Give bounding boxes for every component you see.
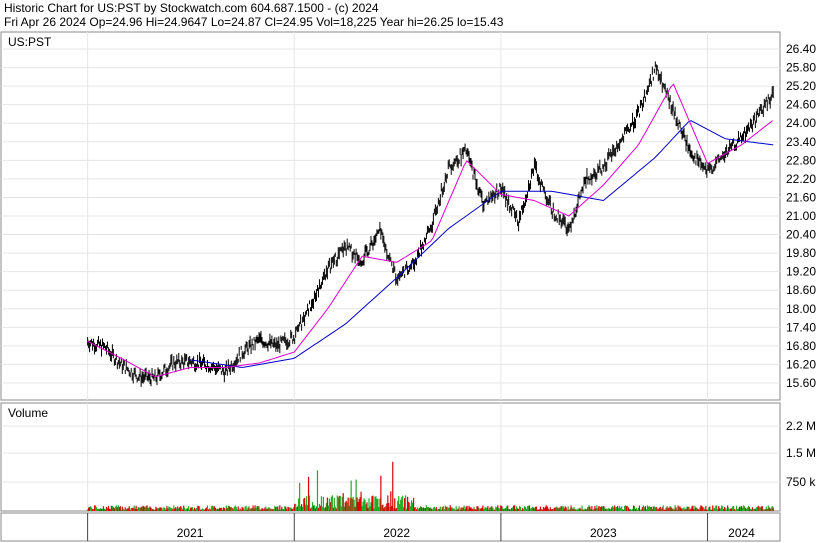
price-tick-label: 19.80 [786, 246, 816, 260]
price-tick-label: 20.40 [786, 228, 816, 242]
price-panel: US:PST 26.40 25.80 25.20 24.60 24.00 23.40 22.… [0, 31, 816, 401]
price-tick-label: 22.20 [786, 172, 816, 186]
volume-axis-ticks: 2.2 M 1.5 M 750 k [786, 419, 816, 489]
price-tick-label: 21.60 [786, 190, 816, 204]
price-tick-label: 26.40 [786, 42, 816, 56]
price-tick-label: 15.60 [786, 376, 816, 390]
price-tick-label: 17.40 [786, 320, 816, 334]
symbol-label: US:PST [8, 35, 52, 49]
x-tick-label: 2021 [177, 526, 204, 540]
stock-chart: US:PST 26.40 25.80 25.20 24.60 24.00 23.40 22.… [0, 31, 816, 542]
x-tick-label: 2023 [590, 526, 617, 540]
price-tick-label: 23.40 [786, 135, 816, 149]
price-tick-label: 24.60 [786, 98, 816, 112]
x-tick-label: 2024 [728, 526, 755, 540]
volume-tick-label: 750 k [786, 475, 816, 489]
price-tick-label: 16.80 [786, 339, 816, 353]
volume-panel: Volume 2.2 M 1.5 M 750 k [0, 402, 816, 512]
volume-label: Volume [8, 406, 48, 420]
volume-tick-label: 1.5 M [786, 446, 816, 460]
x-tick-label: 2022 [383, 526, 410, 540]
price-tick-label: 16.20 [786, 357, 816, 371]
price-tick-label: 18.00 [786, 302, 816, 316]
price-tick-label: 25.80 [786, 61, 816, 75]
price-tick-label: 19.20 [786, 265, 816, 279]
price-axis-ticks: 26.40 25.80 25.20 24.60 24.00 23.40 22.80 22.20… [786, 42, 816, 390]
price-tick-label: 22.80 [786, 153, 816, 167]
price-tick-label: 24.00 [786, 116, 816, 130]
price-tick-label: 25.20 [786, 79, 816, 93]
price-tick-label: 18.60 [786, 283, 816, 297]
x-axis: 2021 2022 2023 2024 [0, 512, 781, 542]
volume-tick-label: 2.2 M [786, 419, 816, 433]
price-tick-label: 21.00 [786, 209, 816, 223]
